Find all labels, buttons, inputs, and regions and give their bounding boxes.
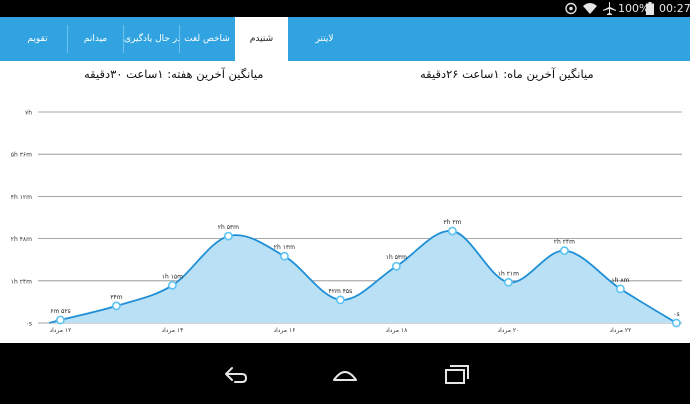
data-point [503, 277, 513, 287]
clock: 00:27 [659, 2, 690, 15]
home-icon[interactable] [325, 355, 365, 395]
data-label: ۰s [673, 311, 679, 318]
battery-icon [646, 2, 654, 15]
data-label: ۴۲m ۴۵s [329, 288, 353, 295]
data-point [56, 315, 65, 325]
wifi-icon [583, 2, 597, 15]
data-label: ۶m ۵۲s [50, 308, 71, 315]
status-bar: 100% 00:27 [0, 0, 690, 17]
tab-word-index-label: شاخص لغت [184, 34, 230, 44]
listening-time-chart: ۰s ۱h ۲۴m ۲h ۴۸m ۴h ۱۲m ۵h ۳۶m ۷h ۱۲ مرداد ۱۴ م… [11, 110, 682, 334]
tab-word-index[interactable]: شاخص لغت [180, 17, 234, 61]
content-area: میانگین آخرین ماه: ۱ساعت ۲۶دقیقه میانگین… [0, 61, 690, 343]
tab-divider [67, 25, 68, 53]
tab-divider [179, 25, 180, 53]
x-tick-label: ۲۲ مرداد [609, 327, 631, 334]
x-tick-label: ۱۴ مرداد [161, 327, 183, 334]
data-label: ۳۴m [110, 294, 122, 301]
tab-calendar[interactable]: تقویم [8, 17, 67, 61]
y-tick-label: ۴h ۱۲m [11, 194, 32, 201]
data-point [112, 301, 121, 311]
data-label: ۳h ۳m [443, 219, 461, 226]
x-tick-label: ۱۲ مرداد [49, 327, 71, 334]
data-point [560, 246, 569, 256]
y-tick-label: ۵h ۳۶m [11, 152, 32, 159]
tab-heard[interactable]: شنیدم [235, 17, 288, 61]
data-label: ۱h ۸m [611, 277, 629, 284]
data-label: ۱h ۵۳m [386, 254, 407, 261]
tab-known[interactable]: میدانم [68, 17, 123, 61]
battery-percent: 100% [618, 2, 650, 15]
y-tick-label: ۷h [25, 110, 32, 117]
tab-divider [123, 25, 124, 53]
navigation-bar [0, 343, 690, 404]
recents-icon[interactable] [436, 355, 476, 395]
data-label: ۲h ۱۳m [274, 244, 295, 251]
tab-known-label: میدانم [83, 34, 108, 44]
y-tick-label: ۰s [26, 321, 32, 328]
data-point [167, 280, 177, 290]
data-point [279, 251, 289, 261]
tab-leitner-label: لایتنر [315, 34, 334, 44]
data-point [616, 284, 625, 294]
tab-learning[interactable]: در حال یادگیری [124, 17, 179, 61]
data-point [447, 226, 457, 236]
data-label: ۲h ۵۳m [218, 224, 239, 231]
tab-bar: لایتنر شنیدم شاخص لغت در حال یادگیری مید… [0, 17, 690, 61]
data-label: ۱h ۱۵m [162, 273, 183, 280]
area-fill [49, 230, 677, 323]
data-point [335, 295, 345, 305]
y-tick-label: ۱h ۲۴m [11, 278, 32, 285]
tab-heard-label: شنیدم [249, 34, 274, 44]
airplane-icon [603, 2, 617, 15]
week-average: میانگین آخرین هفته: ۱ساعت ۳۰دقیقه [84, 67, 264, 81]
notification-icon [564, 2, 578, 15]
data-point [672, 318, 681, 328]
tab-learning-label: در حال یادگیری [124, 34, 179, 44]
x-tick-label: ۱۸ مرداد [385, 327, 408, 334]
data-label: ۱h ۲۱m [498, 270, 519, 277]
x-tick-label: ۱۶ مرداد [273, 327, 295, 334]
data-point [223, 231, 233, 241]
data-label: ۲h ۲۴m [554, 239, 575, 246]
month-average: میانگین آخرین ماه: ۱ساعت ۲۶دقیقه [420, 67, 594, 81]
back-icon[interactable] [215, 355, 255, 395]
tab-calendar-label: تقویم [27, 34, 48, 44]
data-point [391, 261, 401, 271]
tab-leitner[interactable]: لایتنر [288, 17, 361, 61]
screen: 100% 00:27 لایتنر شنیدم شاخص لغت در حال … [0, 0, 690, 404]
y-tick-label: ۲h ۴۸m [11, 236, 32, 243]
x-tick-label: ۲۰ مرداد [497, 327, 519, 334]
